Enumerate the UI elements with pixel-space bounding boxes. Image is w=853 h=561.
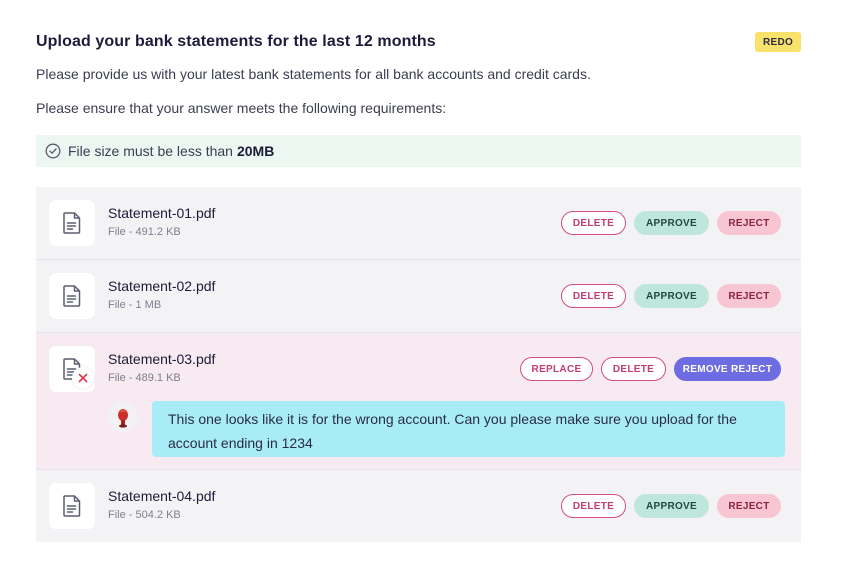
requirement-value: 20MB	[236, 143, 275, 159]
file-row: Statement-01.pdf File - 491.2 KB DELETE …	[36, 187, 801, 260]
file-meta: File - 1 MB	[108, 299, 162, 311]
rejection-comment: This one looks like it is for the wrong …	[152, 401, 785, 457]
requirement-item: File size must be less than 20MB	[36, 135, 801, 167]
document-icon	[49, 200, 95, 246]
delete-button[interactable]: DELETE	[601, 357, 666, 381]
approve-button[interactable]: APPROVE	[634, 284, 709, 308]
redo-badge: REDO	[755, 32, 801, 52]
file-name[interactable]: Statement-02.pdf	[108, 278, 215, 294]
file-name[interactable]: Statement-01.pdf	[108, 205, 215, 221]
check-circle-icon	[45, 143, 61, 159]
reject-button[interactable]: REJECT	[717, 494, 781, 518]
requirement-text: File size must be less than	[68, 143, 233, 159]
file-meta: File - 504.2 KB	[108, 509, 181, 521]
file-name[interactable]: Statement-04.pdf	[108, 488, 215, 504]
description-text: Please provide us with your latest bank …	[36, 66, 591, 82]
reject-button[interactable]: REJECT	[717, 211, 781, 235]
delete-button[interactable]: DELETE	[561, 494, 626, 518]
approve-button[interactable]: APPROVE	[634, 211, 709, 235]
file-meta: File - 491.2 KB	[108, 226, 181, 238]
file-actions: REPLACE DELETE REMOVE REJECT	[520, 357, 781, 381]
replace-button[interactable]: REPLACE	[520, 357, 593, 381]
reject-button[interactable]: REJECT	[717, 284, 781, 308]
document-icon	[49, 483, 95, 529]
close-icon	[72, 367, 94, 389]
delete-button[interactable]: DELETE	[561, 284, 626, 308]
document-icon	[49, 273, 95, 319]
remove-reject-button[interactable]: REMOVE REJECT	[674, 357, 781, 381]
file-meta: File - 489.1 KB	[108, 372, 181, 384]
requirements-intro: Please ensure that your answer meets the…	[36, 100, 447, 116]
approve-button[interactable]: APPROVE	[634, 494, 709, 518]
file-actions: DELETE APPROVE REJECT	[561, 211, 781, 235]
user-avatar	[108, 402, 138, 432]
file-name[interactable]: Statement-03.pdf	[108, 351, 215, 367]
file-row: Statement-02.pdf File - 1 MB DELETE APPR…	[36, 260, 801, 333]
delete-button[interactable]: DELETE	[561, 211, 626, 235]
file-actions: DELETE APPROVE REJECT	[561, 494, 781, 518]
file-actions: DELETE APPROVE REJECT	[561, 284, 781, 308]
page-title: Upload your bank statements for the last…	[36, 33, 436, 50]
file-list: Statement-01.pdf File - 491.2 KB DELETE …	[36, 187, 801, 542]
file-row: Statement-04.pdf File - 504.2 KB DELETE …	[36, 470, 801, 542]
